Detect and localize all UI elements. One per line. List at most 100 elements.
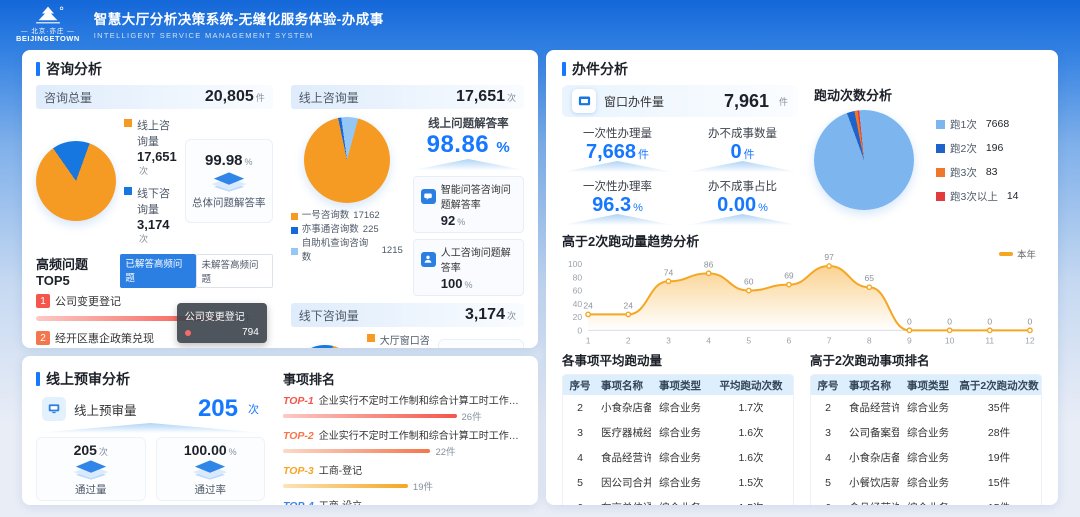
run-count-pie-chart[interactable] [814,110,914,210]
monitor-icon [42,397,66,421]
layered-diamond-icon [189,459,231,481]
top5-title: 高频问题TOP5 [36,254,120,288]
online-answer-rate: 线上问题解答率 98.86 % [413,115,524,170]
tooltip-series-dot [185,330,191,336]
rank-item[interactable]: TOP-4工商-设立 11件 [283,497,524,505]
run-count-title: 跑动次数分析 [814,85,1042,104]
window-volume-value: 7,961 [724,91,769,112]
legend-line-chip [999,252,1013,256]
unanswered-questions-button[interactable]: 未解答高频问题 [196,254,273,288]
legend-item[interactable]: 跑1次7668 [936,117,1019,132]
legend-swatch [124,119,132,127]
legend-item[interactable]: 亦事通咨询数225 [291,223,403,237]
case-analysis-panel: 办件分析 窗口办件量 7,961 件 一次性办理量 7,668件 办不成事数量 … [546,50,1058,505]
svg-text:3: 3 [666,335,671,345]
consult-total-header: 咨询总量 20,805件 [36,85,273,109]
legend-item[interactable]: 大厅窗口咨询数2,809次 [367,332,430,348]
svg-text:80: 80 [573,272,583,282]
rank-section-title: 事项排名 [283,369,524,388]
svg-text:8: 8 [867,335,872,345]
layered-diamond-icon [208,171,250,193]
pass-volume-card: 205次 通过量 [36,437,146,501]
legend-item[interactable]: 一号咨询数17162 [291,209,403,223]
legend-swatch [124,187,132,195]
robot-chat-icon [421,189,436,204]
smart-qa-rate-card: 智能问答咨询问题解答率 92% [413,176,524,233]
rank-item[interactable]: TOP-1企业实行不定时工作制和综合计算工时工作制-新办 26件 [283,392,524,423]
avg-run-table: 序号事项名称事项类型平均跑动次数2小食杂店备案新办综合业务1.7次3医疗器械经营… [562,374,794,505]
table-row[interactable]: 3公司备案登记综合业务28件 [811,420,1041,445]
title-accent-bar [36,62,40,76]
svg-text:7: 7 [827,335,832,345]
legend-item[interactable]: 跑3次83 [936,165,1019,180]
svg-text:20: 20 [573,312,583,322]
svg-text:97: 97 [824,252,834,262]
diamond-icon-slot [208,171,250,193]
legend-item-online[interactable]: 线上咨询量 17,651次 [124,117,177,177]
consult-total-pie-chart[interactable] [36,141,116,221]
svg-text:69: 69 [784,271,794,281]
svg-text:5: 5 [746,335,751,345]
legend-item-offline[interactable]: 线下咨询量 3,174次 [124,185,177,245]
preaudit-volume-label: 线上预审量 [74,400,190,419]
legend-item[interactable]: 自助机查询咨询数1215 [291,237,403,265]
svg-text:40: 40 [573,299,583,309]
svg-text:11: 11 [985,335,994,345]
rank-bar[interactable] [283,414,457,418]
overall-rate-label: 总体问题解答率 [192,195,266,210]
rank-bar[interactable] [283,484,408,488]
online-consult-header: 线上咨询量 17,651次 [291,85,524,109]
answered-questions-button[interactable]: 已解答高频问题 [120,254,195,288]
rank-item[interactable]: TOP-3工商-登记 19件 [283,462,524,493]
svg-text:86: 86 [704,259,714,269]
stat-fail-rate: 办不成事占比 0.00% [687,178,798,225]
rank-item[interactable]: TOP-2企业实行不定时工作制和综合计算工时工作制-延续 22件 [283,427,524,458]
panel-title-consult: 咨询分析 [46,59,102,79]
avg-run-table-title: 各事项平均跑动量 [562,350,794,369]
window-volume-card: 窗口办件量 7,961 件 [562,85,798,117]
svg-text:12: 12 [1025,335,1035,345]
consultation-analysis-panel: 咨询分析 咨询总量 20,805件 线上咨询量 17,651次 线下咨 [22,50,538,348]
manual-rate-card: 人工咨询问题解答率 100% [413,239,524,296]
online-consult-pie-chart[interactable] [304,117,390,203]
preaudit-volume-value: 205 [198,395,238,423]
overall-answer-rate-card: 99.98% 总体问题解答率 [185,139,273,223]
legend-item[interactable]: 跑2次196 [936,141,1019,156]
window-icon [572,89,596,113]
table-row[interactable]: 4小食杂店备案新办综合业务19件 [811,445,1041,470]
chart-legend[interactable]: 本年 [999,247,1036,261]
offline-consult-header: 线下咨询量 3,174次 [291,303,524,327]
svg-text:0: 0 [1028,316,1033,326]
layered-diamond-icon [70,459,112,481]
rank-badge: 1 [36,294,50,308]
table-row[interactable]: 5因公司合并（分...综合业务1.5次 [563,470,793,495]
rank-badge: 2 [36,331,50,345]
pass-rate-card: 100.00% 通过率 [156,437,266,501]
tooltip-title: 公司变更登记 [185,308,259,323]
beijing-etown-logo: — 北京·亦庄 — BEIJINGETOWN [16,5,80,43]
table-row[interactable]: 6食品经营许可延续综合业务15件 [811,495,1041,505]
svg-text:0: 0 [947,316,952,326]
table-row[interactable]: 2小食杂店备案新办综合业务1.7次 [563,395,793,420]
svg-text:24: 24 [583,300,593,310]
preaudit-panel: 线上预审分析 线上预审量 205 次 205次 通过量 100.00% [22,356,538,505]
app-subtitle: INTELLIGENT SERVICE MANAGEMENT SYSTEM [94,31,384,40]
table-row[interactable]: 5小餐饮店新办综合业务15件 [811,470,1041,495]
rank-bar[interactable] [283,449,430,453]
legend-item[interactable]: 跑3次以上14 [936,189,1019,204]
panel-title-preaudit: 线上预审分析 [46,369,130,389]
over2-run-table-title: 高于2次跑动事项排名 [810,350,1042,369]
table-row[interactable]: 4食品经营许可延续综合业务1.6次 [563,445,793,470]
stat-once-volume: 一次性办理量 7,668件 [562,125,673,172]
trend-line-chart-container[interactable]: 0204060801001234567891011122424748660699… [562,250,1042,346]
table-row[interactable]: 6在京单位通勤班...综合业务1.5次 [563,495,793,505]
offline-consult-pie-chart[interactable] [291,345,359,348]
over2-run-table: 序号事项名称事项类型高于2次跑动次数2食品经营许可新办综合业务35件3公司备案登… [810,374,1042,505]
svg-text:0: 0 [907,316,912,326]
trend-chart-title: 高于2次跑动量趋势分析 [562,231,1042,250]
table-row[interactable]: 2食品经营许可新办综合业务35件 [811,395,1041,420]
svg-text:65: 65 [865,273,875,283]
svg-text:4: 4 [706,335,711,345]
table-row[interactable]: 3医疗器械经营许...综合业务1.6次 [563,420,793,445]
stat-once-rate: 一次性办理率 96.3% [562,178,673,225]
